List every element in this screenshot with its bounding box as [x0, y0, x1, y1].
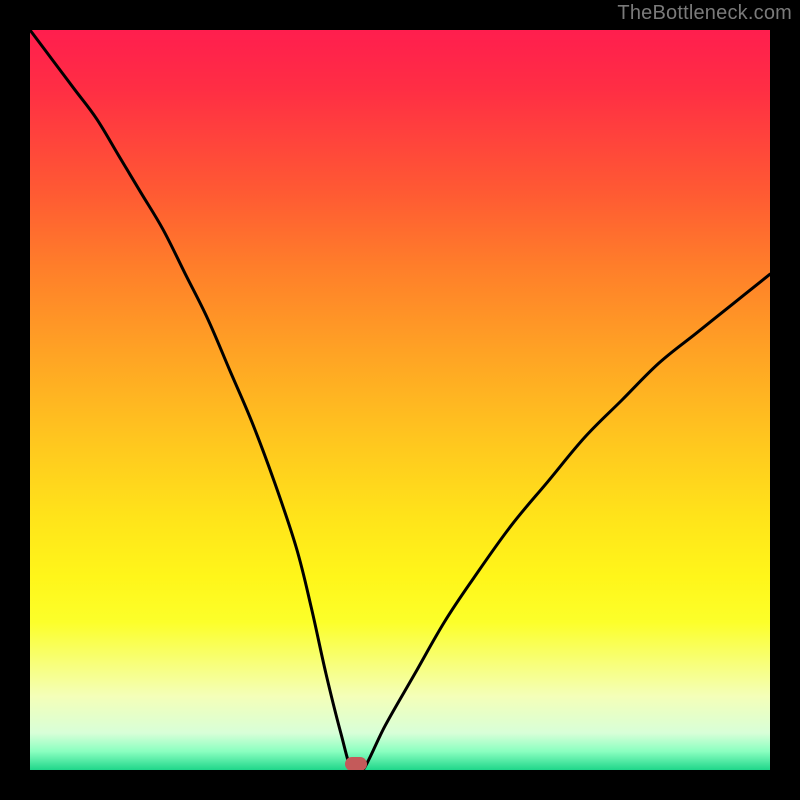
watermark-text: TheBottleneck.com	[617, 2, 792, 25]
chart-frame: TheBottleneck.com	[0, 0, 800, 800]
plot-area	[30, 30, 770, 770]
bottleneck-curve	[30, 30, 770, 770]
optimal-marker	[345, 757, 367, 770]
